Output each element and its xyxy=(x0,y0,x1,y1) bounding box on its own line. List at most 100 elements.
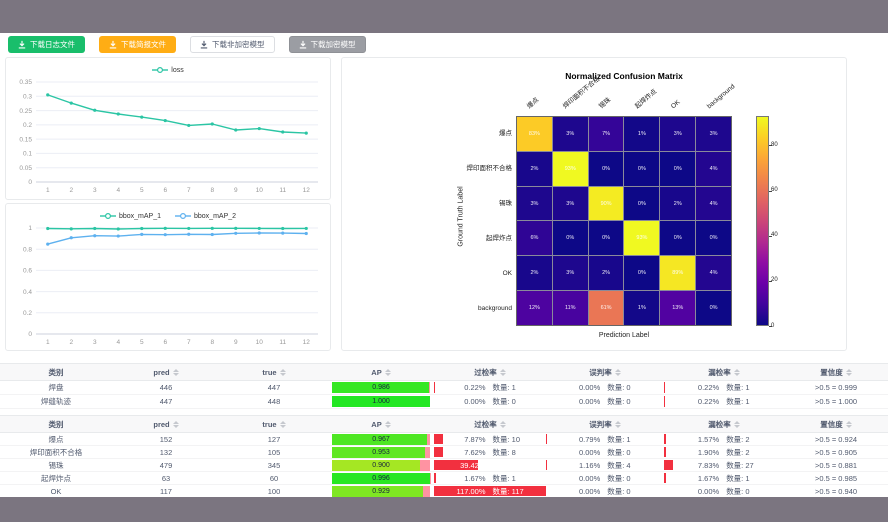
matrix-row-label: 焊印面积不合格 xyxy=(392,165,512,173)
rate-percent: 0.00% xyxy=(664,487,719,496)
column-header-label: pred xyxy=(153,420,169,429)
confidence-cell: >0.5 = 0.940 xyxy=(784,485,888,497)
dashboard-screen: 下载日志文件下载简报文件下载非加密模型下载加密模型 loss 00.050.10… xyxy=(0,0,888,522)
rate-cell: 7.62%数量: 8 xyxy=(434,446,546,458)
column-header-置信度[interactable]: 置信度 xyxy=(784,364,888,380)
legend-item-bbox_mAP_2[interactable]: bbox_mAP_2 xyxy=(175,212,236,220)
rate-count: 数量: 0 xyxy=(493,396,516,407)
ap-cell: 0.986 xyxy=(328,381,434,394)
rate-percent: 7.83% xyxy=(664,461,719,470)
column-header-true[interactable]: true xyxy=(220,416,328,432)
column-header-置信度[interactable]: 置信度 xyxy=(784,416,888,432)
column-header-label: 类别 xyxy=(49,419,64,430)
column-header-label: 类别 xyxy=(49,367,64,378)
matrix-cell: 3% xyxy=(553,117,588,151)
legend-marker-icon xyxy=(152,66,168,74)
rate-count: 数量: 0 xyxy=(607,447,630,458)
column-header-过检率[interactable]: 过检率 xyxy=(434,416,546,432)
ap-cell: 0.953 xyxy=(328,446,434,458)
sort-caret-icon[interactable] xyxy=(173,421,179,428)
rate-count: 数量: 1 xyxy=(726,473,749,484)
column-header-pred[interactable]: pred xyxy=(112,416,220,432)
over-detect-cell: 0.22%数量: 1 xyxy=(434,381,546,394)
misjudge-cell: 0.00% 数量: 0 xyxy=(546,446,664,458)
download-button-1[interactable]: 下载日志文件 xyxy=(8,36,85,53)
confidence-cell: >0.5 = 0.999 xyxy=(784,381,888,394)
matrix-cell: 89% xyxy=(660,256,695,290)
column-header-误判率[interactable]: 误判率 xyxy=(546,364,664,380)
misjudge-cell: 0.00%数量: 0 xyxy=(546,381,664,394)
column-header-误判率[interactable]: 误判率 xyxy=(546,416,664,432)
matrix-cell: 0% xyxy=(696,221,731,255)
svg-text:8: 8 xyxy=(210,187,214,194)
category-cell: 焊盘 xyxy=(0,381,112,394)
sort-caret-icon[interactable] xyxy=(734,369,740,376)
rate-cell: 1.90%数量: 2 xyxy=(664,446,784,458)
sort-caret-icon[interactable] xyxy=(734,421,740,428)
true-cell: 127 xyxy=(220,433,328,445)
sort-caret-icon[interactable] xyxy=(385,421,391,428)
sort-caret-icon[interactable] xyxy=(280,369,286,376)
sort-caret-icon[interactable] xyxy=(173,369,179,376)
download-toolbar: 下载日志文件下载简报文件下载非加密模型下载加密模型 xyxy=(8,36,366,53)
sort-caret-icon[interactable] xyxy=(846,421,852,428)
sort-caret-icon[interactable] xyxy=(385,369,391,376)
column-header-pred[interactable]: pred xyxy=(112,364,220,380)
ap-value: 0.986 xyxy=(332,382,430,393)
miss-detect-cell: 0.22%数量: 1 xyxy=(664,381,784,394)
matrix-cell: 2% xyxy=(517,256,552,290)
sort-caret-icon[interactable] xyxy=(280,421,286,428)
matrix-cell: 3% xyxy=(517,187,552,221)
over-detect-cell: 7.87%数量: 10 xyxy=(434,433,546,445)
download-button-3[interactable]: 下载非加密模型 xyxy=(190,36,275,53)
column-header-label: true xyxy=(262,368,276,377)
legend-item-loss[interactable]: loss xyxy=(152,66,183,74)
rate-cell: 7.87%数量: 10 xyxy=(434,433,546,445)
colorbar-tick-label: 20 xyxy=(771,277,778,283)
confusion-matrix-title: Normalized Confusion Matrix xyxy=(514,71,734,81)
sort-caret-icon[interactable] xyxy=(500,421,506,428)
misjudge-cell: 0.00%数量: 0 xyxy=(546,472,664,484)
matrix-cell: 3% xyxy=(660,117,695,151)
true-cell: 447 xyxy=(220,381,328,394)
sort-caret-icon[interactable] xyxy=(500,369,506,376)
column-header-过检率[interactable]: 过检率 xyxy=(434,364,546,380)
sort-caret-icon[interactable] xyxy=(846,369,852,376)
column-header-漏检率[interactable]: 漏检率 xyxy=(664,364,784,380)
legend-item-bbox_mAP_1[interactable]: bbox_mAP_1 xyxy=(100,212,161,220)
column-header-AP[interactable]: AP xyxy=(328,416,434,432)
category-cell: 爆点 xyxy=(0,433,112,445)
colorbar-tick-label: 40 xyxy=(771,232,778,238)
rate-count: 数量: 0 xyxy=(607,382,630,393)
matrix-cell: 0% xyxy=(624,152,659,186)
sort-caret-icon[interactable] xyxy=(615,369,621,376)
table-header-row: 类别 pred true AP过检率误判率漏检率置信度 xyxy=(0,364,888,381)
svg-text:2: 2 xyxy=(69,187,73,194)
pred-cell: 446 xyxy=(112,381,220,394)
rate-percent: 1.57% xyxy=(664,435,719,444)
svg-text:8: 8 xyxy=(210,339,214,346)
window-chrome-bottom xyxy=(0,497,888,522)
loss-chart-legend: loss xyxy=(6,64,330,76)
rate-cell: 0.79%数量: 1 xyxy=(546,433,664,445)
download-button-4[interactable]: 下载加密模型 xyxy=(289,36,366,53)
rate-percent: 117.00% xyxy=(434,487,486,496)
rate-percent: 0.00% xyxy=(546,448,600,457)
group-metrics-table: 类别 pred true AP过检率误判率漏检率置信度焊盘446447 0.986 0.2… xyxy=(0,363,888,409)
rate-percent: 0.00% xyxy=(546,474,600,483)
download-button-2[interactable]: 下载简报文件 xyxy=(99,36,176,53)
svg-text:6: 6 xyxy=(163,339,167,346)
svg-text:0.8: 0.8 xyxy=(23,246,32,253)
miss-detect-cell: 0.22%数量: 1 xyxy=(664,395,784,408)
svg-text:5: 5 xyxy=(140,339,144,346)
matrix-cell: 12% xyxy=(517,291,552,325)
column-header-AP[interactable]: AP xyxy=(328,364,434,380)
confidence-cell: >0.5 = 0.905 xyxy=(784,446,888,458)
column-header-true[interactable]: true xyxy=(220,364,328,380)
sort-caret-icon[interactable] xyxy=(615,421,621,428)
legend-label: loss xyxy=(171,67,183,74)
matrix-col-label: OK xyxy=(669,98,682,111)
rate-percent: 0.00% xyxy=(434,397,486,406)
matrix-cell: 4% xyxy=(696,152,731,186)
column-header-漏检率[interactable]: 漏检率 xyxy=(664,416,784,432)
